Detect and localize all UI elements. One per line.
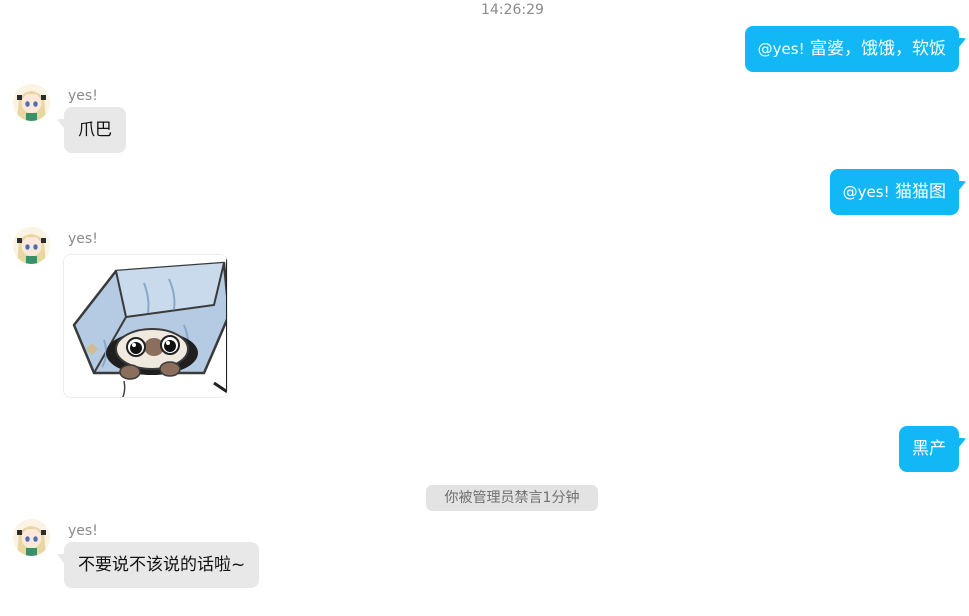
message-text: 猫猫图 [895,182,946,202]
anime-girl-avatar-icon [13,227,50,264]
avatar[interactable] [13,227,50,264]
image-message[interactable] [63,254,228,398]
outgoing-message-bubble[interactable]: @yes! 猫猫图 [829,169,959,215]
cat-in-bag-sticker-icon [64,255,227,397]
sender-name: yes! [68,523,98,539]
chat-window: 14:26:29 @yes! 富婆，饿饿，软饭 yes! 爪巴 @yes! 猫猫… [0,0,969,616]
message-text: 富婆，饿饿，软饭 [810,39,946,59]
anime-girl-avatar-icon [13,519,50,556]
anime-girl-avatar-icon [13,84,50,121]
outgoing-message-bubble[interactable]: 黑产 [899,426,959,472]
mention-tag[interactable]: @yes! [843,183,890,201]
incoming-message-bubble[interactable]: 爪巴 [64,107,126,153]
outgoing-message-bubble[interactable]: @yes! 富婆，饿饿，软饭 [744,26,959,72]
sender-name: yes! [68,231,98,247]
message-timestamp: 14:26:29 [481,2,544,18]
avatar[interactable] [13,84,50,121]
incoming-message-bubble[interactable]: 不要说不该说的话啦~ [64,542,260,588]
sender-name: yes! [68,88,98,104]
mention-tag[interactable]: @yes! [758,40,805,58]
avatar[interactable] [13,519,50,556]
system-notice: 你被管理员禁言1分钟 [426,485,598,511]
